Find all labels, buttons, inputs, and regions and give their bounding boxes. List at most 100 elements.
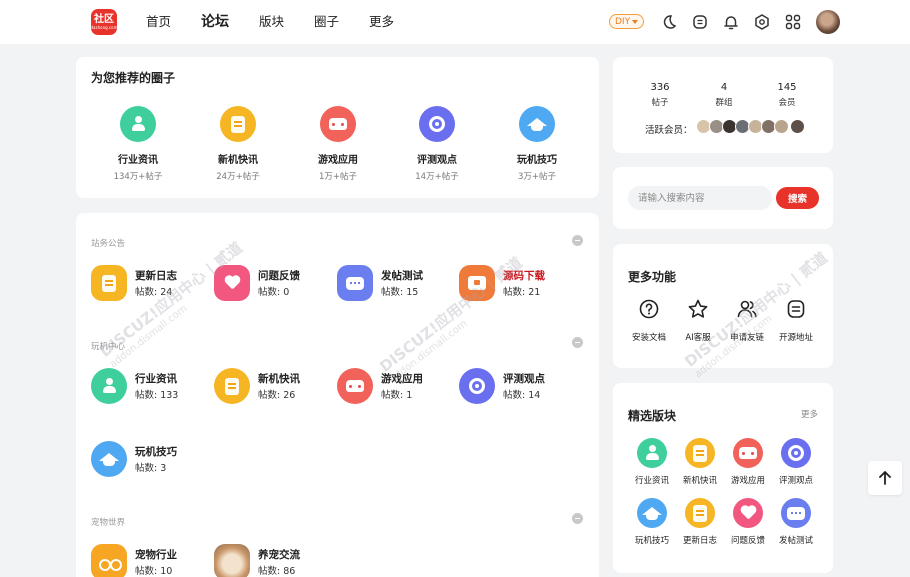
forum-post-count: 帖数: 26 <box>258 390 296 401</box>
forum-post-count: 帖数: 21 <box>503 287 541 298</box>
circle-item[interactable]: 新机快讯 24万+帖子 <box>198 106 278 182</box>
car-icon <box>337 368 373 404</box>
caret-down-icon <box>632 19 639 24</box>
circle-name: 游戏应用 <box>318 155 358 166</box>
section-label: 玩机中心 <box>91 342 126 352</box>
logo-subtext: dazhong.com <box>90 24 118 30</box>
arrow-up-icon <box>879 471 891 485</box>
forum-post-count: 帖数: 3 <box>135 463 167 474</box>
apps-grid-icon[interactable] <box>784 13 802 31</box>
nav-item-home[interactable]: 首页 <box>146 13 171 31</box>
heart-icon <box>733 498 763 528</box>
doc-icon <box>91 265 127 301</box>
chat-icon <box>337 265 373 301</box>
nav-item-circles[interactable]: 圈子 <box>314 13 339 31</box>
collapse-icon[interactable] <box>572 337 583 348</box>
diy-label: DIY <box>615 16 631 27</box>
document-icon <box>787 300 805 318</box>
circle-item[interactable]: 行业资讯 134万+帖子 <box>98 106 178 182</box>
circle-count: 134万+帖子 <box>113 172 163 182</box>
member-avatar[interactable] <box>774 119 789 134</box>
collapse-icon[interactable] <box>572 513 583 524</box>
forum-item[interactable]: 源码下载 帖数: 21 <box>459 265 579 301</box>
circle-item[interactable]: 玩机技巧 3万+帖子 <box>497 106 577 182</box>
diy-button[interactable]: DIY <box>609 14 645 29</box>
eval-icon <box>459 368 495 404</box>
featured-board-item[interactable]: 发帖测试 <box>766 498 826 546</box>
forum-name: 发帖测试 <box>381 270 423 282</box>
nav-item-boards[interactable]: 版块 <box>259 13 284 31</box>
back-to-top-button[interactable] <box>868 461 902 495</box>
circle-item[interactable]: 评测观点 14万+帖子 <box>397 106 477 182</box>
forum-post-count: 帖数: 15 <box>381 287 419 298</box>
collapse-icon[interactable] <box>572 235 583 246</box>
stat-posts: 336 帖子 <box>630 82 690 108</box>
circle-item[interactable]: 游戏应用 1万+帖子 <box>298 106 378 182</box>
user-avatar[interactable] <box>816 10 840 34</box>
nav-item-forum[interactable]: 论坛 <box>201 13 229 31</box>
bike-icon <box>91 544 127 577</box>
eval-icon <box>419 106 455 142</box>
featured-title: 精选版块 <box>628 409 677 423</box>
stat-groups: 4 群组 <box>694 82 754 108</box>
forum-item[interactable]: 宠物行业 帖数: 10 <box>91 544 211 577</box>
bell-icon[interactable] <box>722 13 740 31</box>
main-nav: 首页 论坛 版块 圈子 更多 <box>146 13 424 31</box>
forum-item[interactable]: 玩机技巧 帖数: 3 <box>91 441 211 477</box>
forum-name: 玩机技巧 <box>135 446 177 458</box>
person-icon <box>120 106 156 142</box>
forum-item[interactable]: 评测观点 帖数: 14 <box>459 368 579 404</box>
forum-item[interactable]: 更新日志 帖数: 24 <box>91 265 211 301</box>
car-icon <box>320 106 356 142</box>
function-open-source[interactable]: 开源地址 <box>766 298 826 343</box>
forum-item[interactable]: 发帖测试 帖数: 15 <box>337 265 457 301</box>
forum-name: 更新日志 <box>135 270 177 282</box>
forum-name: 游戏应用 <box>381 373 423 385</box>
doc-icon <box>685 438 715 468</box>
active-members-label: 活跃会员： <box>645 125 693 136</box>
forum-name: 新机快讯 <box>258 373 300 385</box>
forum-item[interactable]: 问题反馈 帖数: 0 <box>214 265 334 301</box>
stat-label: 会员 <box>778 98 796 108</box>
forum-post-count: 帖数: 24 <box>135 287 173 298</box>
box-icon <box>459 265 495 301</box>
stat-label: 群组 <box>715 98 733 108</box>
circle-name: 新机快讯 <box>218 155 258 166</box>
circle-count: 3万+帖子 <box>517 172 557 182</box>
stat-value: 336 <box>650 82 670 93</box>
search-input[interactable] <box>628 186 772 210</box>
stat-members: 145 会员 <box>757 82 817 108</box>
featured-board-item[interactable]: 评测观点 <box>766 438 826 486</box>
forum-name: 源码下载 <box>503 270 545 282</box>
moon-icon[interactable] <box>660 13 678 31</box>
nav-item-more[interactable]: 更多 <box>369 13 394 31</box>
forum-post-count: 帖数: 133 <box>135 390 179 401</box>
recommended-title: 为您推荐的圈子 <box>91 71 176 85</box>
featured-more-link[interactable]: 更多 <box>801 408 818 420</box>
settings-icon[interactable] <box>753 13 771 31</box>
forum-item[interactable]: 养宠交流 帖数: 86 <box>214 544 334 577</box>
forum-item[interactable]: 新机快讯 帖数: 26 <box>214 368 334 404</box>
forum-post-count: 帖数: 10 <box>135 566 173 577</box>
doc-icon <box>220 106 256 142</box>
users-icon <box>737 300 757 318</box>
forum-name: 养宠交流 <box>258 549 300 561</box>
car-icon <box>733 438 763 468</box>
function-label: 开源地址 <box>778 333 813 343</box>
document-icon[interactable] <box>691 13 709 31</box>
circle-name: 评测观点 <box>417 155 457 166</box>
forum-post-count: 帖数: 14 <box>503 390 541 401</box>
site-logo[interactable]: 社区 dazhong.com <box>91 9 117 35</box>
member-avatar[interactable] <box>790 119 805 134</box>
person-icon <box>637 438 667 468</box>
question-icon <box>639 299 659 319</box>
logo-text: 社区 <box>94 13 114 25</box>
forum-item[interactable]: 行业资讯 帖数: 133 <box>91 368 211 404</box>
forum-item[interactable]: 游戏应用 帖数: 1 <box>337 368 457 404</box>
circle-count: 24万+帖子 <box>216 172 260 182</box>
forum-name: 问题反馈 <box>258 270 300 282</box>
search-button[interactable]: 搜索 <box>776 187 819 209</box>
circle-count: 1万+帖子 <box>318 172 358 182</box>
top-navigation-bar: 社区 dazhong.com 首页 论坛 版块 圈子 更多 DIY <box>0 0 910 44</box>
forum-post-count: 帖数: 86 <box>258 566 296 577</box>
